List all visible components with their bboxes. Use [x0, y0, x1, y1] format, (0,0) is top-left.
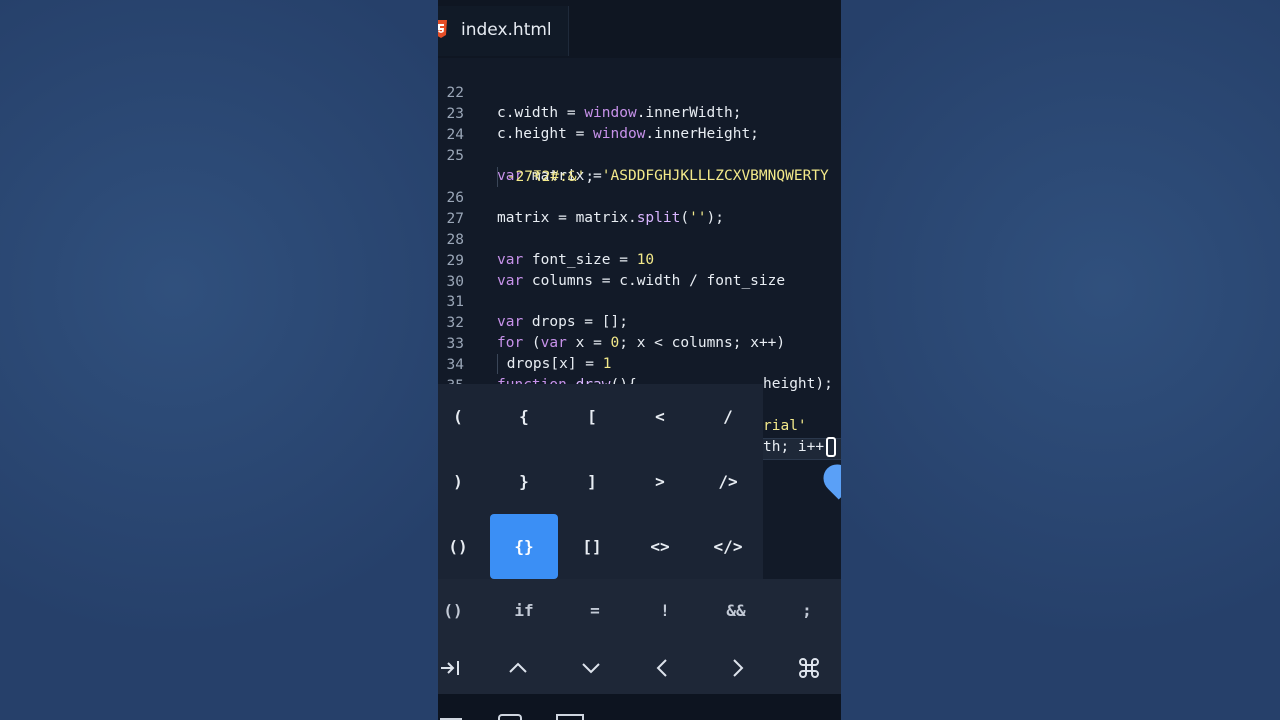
tab-label: index.html [461, 20, 552, 40]
key-less-than[interactable]: < [626, 384, 694, 449]
shortcut-bar: () if = ! && ; [438, 579, 841, 641]
code-line: 32 for (var x = 0; x < columns; x++) [438, 293, 841, 351]
shortcut-parens[interactable]: () [438, 579, 483, 641]
shortcut-equals[interactable]: = [565, 579, 625, 641]
code-line: 26 matrix = matrix.split(''); [438, 168, 841, 226]
key-open-brace[interactable]: { [490, 384, 558, 449]
home-icon[interactable] [498, 714, 522, 720]
code-line: 29 var columns = c.width / font_size [438, 231, 841, 289]
html5-icon [438, 20, 447, 38]
key-greater-than[interactable]: > [626, 449, 694, 514]
key-self-close-tag[interactable]: /> [694, 449, 762, 514]
bracket-popup: ( { [ < / ) } ] > /> () {} [] <> </> [438, 384, 763, 579]
shortcut-if[interactable]: if [494, 579, 554, 641]
key-close-paren[interactable]: ) [438, 449, 492, 514]
code-line: 27 [438, 189, 841, 227]
chevron-right-icon[interactable] [707, 641, 767, 694]
code-line: 28 var font_size = 10 [438, 210, 841, 268]
code-line: 35 ctx.fillStyle = 'rgba(0,0,0,0.04)' [438, 356, 841, 384]
code-line: 33 drops[x] = 1 [438, 314, 841, 374]
code-line: 31 var drops = []; [438, 272, 841, 330]
code-editor[interactable]: 22 c.width = window.innerWidth; 23 c.hei… [438, 58, 841, 384]
key-close-brace[interactable]: } [490, 449, 558, 514]
chevron-up-icon[interactable] [488, 641, 548, 694]
code-fragment: th; i++ [763, 439, 825, 455]
system-nav-bar [438, 694, 841, 720]
tab-index-html[interactable]: index.html [438, 6, 569, 56]
shortcut-and[interactable]: && [706, 579, 766, 641]
code-line: 23 c.height = window.innerHeight; [438, 84, 841, 142]
code-line: 24 [438, 105, 841, 143]
background-left [0, 0, 438, 720]
chevron-left-icon[interactable] [633, 641, 693, 694]
code-fragment: rial' [763, 418, 807, 434]
chevron-down-icon[interactable] [561, 641, 621, 694]
cursor-drag-handle[interactable] [817, 458, 841, 500]
command-icon[interactable] [779, 641, 839, 694]
code-line-wrapped: -27₹2#:&'; [438, 147, 841, 187]
code-line: 34 function draw(){ [438, 335, 841, 384]
navigation-bar [438, 641, 841, 694]
background-right [841, 0, 1280, 720]
back-icon[interactable] [556, 714, 584, 720]
code-line: 22 c.width = window.innerWidth; [438, 63, 841, 121]
shortcut-not[interactable]: ! [635, 579, 695, 641]
key-slash[interactable]: / [694, 384, 762, 449]
key-bracket-pair[interactable]: [] [558, 514, 626, 579]
key-close-bracket[interactable]: ] [558, 449, 626, 514]
key-brace-pair[interactable]: {} [490, 514, 558, 579]
shortcut-semicolon[interactable]: ; [777, 579, 837, 641]
key-close-tag[interactable]: </> [694, 514, 762, 579]
phone-screen: index.html 22 c.width = window.innerWidt… [438, 0, 841, 720]
line-number: 35 [442, 376, 464, 384]
code-line: 25 var matrix ='ASDDFGHJKLLLZCXVBMNQWERT… [438, 126, 841, 184]
code-line: 30 [438, 252, 841, 290]
key-open-paren[interactable]: ( [438, 384, 492, 449]
tab-bar: index.html [438, 0, 841, 59]
key-open-bracket[interactable]: [ [558, 384, 626, 449]
key-paren-pair[interactable]: () [438, 514, 492, 579]
key-angle-pair[interactable]: <> [626, 514, 694, 579]
tab-icon[interactable] [438, 641, 480, 694]
text-cursor [826, 437, 836, 457]
code-fragment: height); [763, 376, 833, 392]
code-text: function draw(){ [497, 375, 637, 384]
